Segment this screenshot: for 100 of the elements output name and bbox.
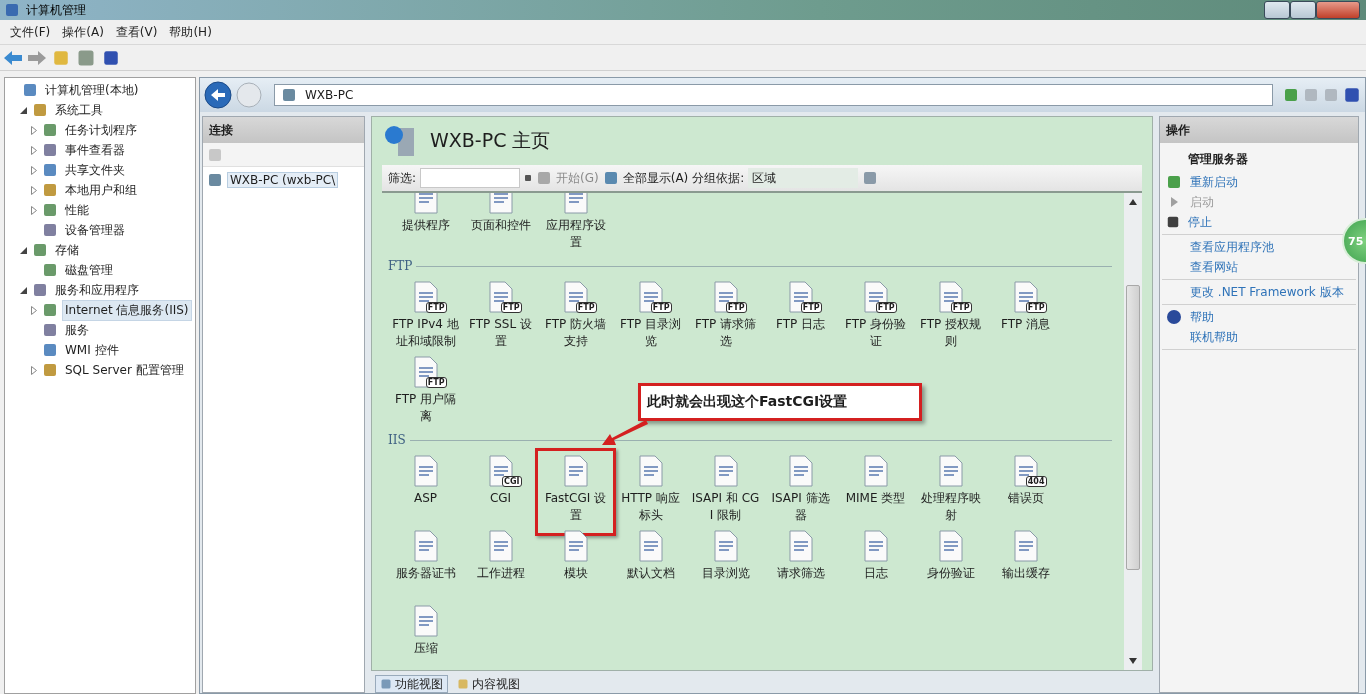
tree-node-icon (22, 82, 38, 98)
tree-node-icon (32, 242, 48, 258)
scroll-up-icon[interactable] (1129, 199, 1137, 205)
feature-label[interactable]: ISAPI 筛选器 (765, 490, 836, 524)
collapsed-arrow-icon[interactable] (30, 165, 37, 175)
feature-label[interactable]: FTP IPv4 地址和域限制 (390, 316, 461, 350)
page-title: WXB-PC 主页 (430, 128, 551, 153)
action-link[interactable]: 停止 (1188, 213, 1212, 231)
icon-badge: CGI (502, 476, 522, 487)
close-button[interactable] (1316, 1, 1360, 19)
collapsed-arrow-icon[interactable] (30, 205, 37, 215)
feature-label[interactable]: ISAPI 和 CGI 限制 (690, 490, 761, 524)
action-link[interactable]: 查看网站 (1190, 258, 1238, 276)
tree-item[interactable]: SQL Server 配置管理 (62, 359, 187, 381)
feature-label[interactable]: 默认文档 (615, 565, 686, 582)
expanded-arrow-icon[interactable] (20, 106, 27, 114)
feature-label[interactable]: FTP 身份验证 (840, 316, 911, 350)
feature-label[interactable]: CGI (465, 490, 536, 507)
feature-label[interactable]: FTP 目录浏览 (615, 316, 686, 350)
feature-label[interactable]: 请求筛选 (765, 565, 836, 582)
back-button[interactable] (204, 81, 232, 109)
collapsed-arrow-icon[interactable] (30, 365, 37, 375)
feature-label[interactable]: 压缩 (390, 640, 461, 657)
maximize-button[interactable] (1290, 1, 1316, 19)
action-link[interactable]: 联机帮助 (1190, 328, 1238, 346)
forward-arrow-icon[interactable] (28, 50, 46, 65)
expanded-arrow-icon[interactable] (20, 246, 27, 254)
icon-badge: FTP (500, 302, 522, 313)
feature-label[interactable]: 身份验证 (915, 565, 986, 582)
tree-item[interactable]: 服务 (62, 319, 92, 341)
feature-label[interactable]: 日志 (840, 565, 911, 582)
back-arrow-icon[interactable] (4, 50, 22, 65)
panel-header: 连接 (203, 117, 364, 143)
view-tab[interactable]: 功能视图 (375, 675, 448, 693)
feature-label[interactable]: FTP 用户隔离 (390, 391, 461, 425)
scrollbar-thumb[interactable] (1126, 285, 1140, 570)
tree-node-icon (42, 302, 58, 318)
tree-item[interactable]: 共享文件夹 (62, 159, 128, 181)
view-tab[interactable]: 内容视图 (452, 675, 525, 693)
action-link[interactable]: 更改 .NET Framework 版本 (1190, 283, 1344, 301)
feature-label[interactable]: 提供程序 (390, 217, 461, 234)
menu-item[interactable]: 操作(A) (56, 23, 110, 41)
tree-node-icon (32, 282, 48, 298)
collapsed-arrow-icon[interactable] (30, 185, 37, 195)
feature-label[interactable]: FTP SSL 设置 (465, 316, 536, 350)
feature-label[interactable]: FTP 日志 (765, 316, 836, 333)
feature-label[interactable]: 处理程序映射 (915, 490, 986, 524)
show-all-button[interactable]: 全部显示(A) (622, 169, 689, 187)
feature-label[interactable]: 目录浏览 (690, 565, 761, 582)
feature-label[interactable]: 页面和控件 (465, 217, 536, 234)
filter-field[interactable] (420, 168, 521, 188)
menu-item[interactable]: 查看(V) (109, 23, 164, 41)
icon-badge: FTP (575, 302, 597, 313)
tree-item[interactable]: 磁盘管理 (62, 259, 116, 281)
feature-label[interactable]: FTP 授权规则 (915, 316, 986, 350)
icon-badge: FTP (875, 302, 897, 313)
scroll-down-icon[interactable] (1129, 658, 1137, 664)
tree-item[interactable]: 计算机管理(本地) (42, 79, 142, 101)
collapsed-arrow-icon[interactable] (30, 125, 37, 135)
tree-node-icon (42, 202, 58, 218)
tree-item[interactable]: 事件查看器 (62, 139, 128, 161)
group-by-label: 分组依据: (692, 169, 745, 187)
menu-item[interactable]: 文件(F) (4, 23, 57, 41)
feature-label[interactable]: FTP 消息 (990, 316, 1061, 333)
connection-node[interactable]: WXB-PC (wxb-PC\ (227, 172, 339, 188)
tree-item[interactable]: 本地用户和组 (62, 179, 140, 201)
tree-item[interactable]: 设备管理器 (62, 219, 128, 241)
address-bar[interactable]: WXB-PC (274, 84, 1273, 106)
feature-label[interactable]: 应用程序设置 (540, 217, 611, 251)
feature-label[interactable]: MIME 类型 (840, 490, 911, 507)
tree-node-icon (42, 342, 58, 358)
callout-arrow (602, 418, 648, 446)
feature-label[interactable]: 服务器证书 (390, 565, 461, 582)
action-link[interactable]: 重新启动 (1190, 173, 1238, 191)
tree-item[interactable]: Internet 信息服务(IIS) (62, 299, 192, 321)
tree-item[interactable]: 任务计划程序 (62, 119, 140, 141)
feature-label[interactable]: 输出缓存 (990, 565, 1061, 582)
tree-node-icon (42, 122, 58, 138)
tree-item[interactable]: WMI 控件 (62, 339, 122, 361)
tree-item[interactable]: 存储 (52, 239, 82, 261)
group-by-select[interactable]: 区域 (748, 168, 859, 188)
feature-label[interactable]: 模块 (540, 565, 611, 582)
feature-label[interactable]: FTP 请求筛选 (690, 316, 761, 350)
feature-label[interactable]: HTTP 响应标头 (615, 490, 686, 524)
feature-label[interactable]: 错误页 (990, 490, 1061, 507)
expanded-arrow-icon[interactable] (20, 286, 27, 294)
feature-label[interactable]: ASP (390, 490, 461, 507)
tree-item[interactable]: 服务和应用程序 (52, 279, 142, 301)
icon-badge: FTP (1025, 302, 1047, 313)
feature-label[interactable]: FastCGI 设置 (540, 490, 611, 524)
action-link[interactable]: 帮助 (1190, 308, 1214, 326)
minimize-button[interactable] (1264, 1, 1290, 19)
menu-item[interactable]: 帮助(H) (163, 23, 218, 41)
tree-item[interactable]: 系统工具 (52, 99, 106, 121)
collapsed-arrow-icon[interactable] (30, 145, 37, 155)
tree-item[interactable]: 性能 (62, 199, 92, 221)
feature-label[interactable]: FTP 防火墙支持 (540, 316, 611, 350)
collapsed-arrow-icon[interactable] (30, 305, 37, 315)
action-link[interactable]: 查看应用程序池 (1190, 238, 1274, 256)
feature-label[interactable]: 工作进程 (465, 565, 536, 582)
